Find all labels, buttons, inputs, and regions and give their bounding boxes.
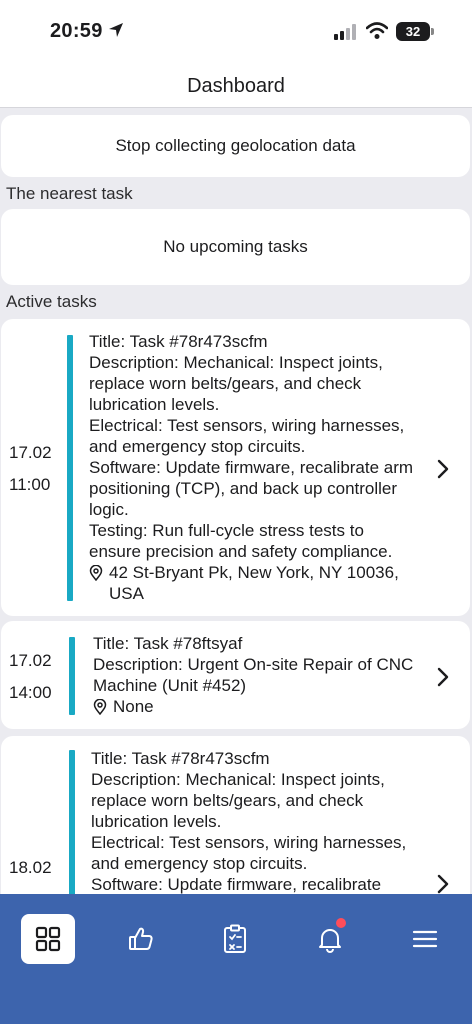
tab-menu[interactable] — [398, 914, 452, 964]
battery-icon: 32 — [396, 22, 434, 41]
task-accent-bar — [69, 637, 75, 715]
wifi-icon — [365, 22, 389, 45]
location-arrow-icon — [108, 22, 124, 43]
location-pin-icon — [89, 562, 109, 604]
task-details: Title: Task #78ftsyaf Description: Urgen… — [93, 633, 423, 720]
no-upcoming-tasks-text: No upcoming tasks — [163, 237, 308, 256]
tab-notifications[interactable] — [303, 914, 357, 964]
task-location: None — [93, 696, 423, 720]
task-accent-bar — [69, 750, 75, 894]
task-date: 17.02 — [9, 443, 52, 462]
chevron-right-icon[interactable] — [437, 874, 449, 894]
page-title: Dashboard — [187, 75, 285, 97]
chevron-right-icon[interactable] — [437, 667, 449, 692]
task-location: 42 St-Bryant Pk, New York, NY 10036, USA — [89, 562, 419, 604]
task-testing: Testing: Run full-cycle stress tests to … — [89, 521, 393, 561]
task-accent-bar — [67, 335, 73, 601]
tab-bar — [0, 894, 472, 1024]
task-title: Title: Task #78r473scfm — [91, 749, 270, 768]
bell-icon — [319, 929, 341, 953]
notification-badge — [336, 918, 346, 928]
task-card[interactable]: 17.02 11:00 Title: Task #78r473scfm Desc… — [1, 319, 470, 616]
task-details: Title: Task #78r473scfm Description: Mec… — [89, 331, 419, 604]
task-electrical: Electrical: Test sensors, wiring harness… — [89, 416, 405, 456]
stop-geolocation-label: Stop collecting geolocation data — [115, 136, 356, 155]
task-card[interactable]: 18.02 Title: Task #78r473scfm Descriptio… — [1, 736, 470, 894]
task-card[interactable]: 17.02 14:00 Title: Task #78ftsyaf Descri… — [1, 621, 470, 729]
nearest-task-heading: The nearest task — [6, 184, 133, 203]
hamburger-menu-icon — [412, 930, 438, 948]
task-software: Software: Update firmware, recalibrate — [91, 875, 382, 894]
task-title: Title: Task #78r473scfm — [89, 332, 268, 351]
task-description: Description: Mechanical: Inspect joints,… — [91, 770, 385, 831]
task-location-text: None — [113, 697, 154, 716]
nearest-task-card: No upcoming tasks — [1, 209, 470, 285]
task-title: Title: Task #78ftsyaf — [93, 634, 243, 653]
tab-dashboard[interactable] — [21, 914, 75, 964]
status-time: 20:59 — [50, 20, 103, 42]
dashboard-grid-icon — [35, 926, 61, 952]
active-tasks-heading: Active tasks — [6, 292, 97, 311]
chevron-right-icon[interactable] — [437, 459, 449, 484]
tab-feedback[interactable] — [114, 914, 168, 964]
status-bar: 20:59 32 — [0, 0, 472, 64]
task-location-text: 42 St-Bryant Pk, New York, NY 10036, USA — [109, 563, 399, 603]
nav-bar: Dashboard — [0, 64, 472, 108]
task-date: 17.02 — [9, 651, 52, 670]
task-time: 11:00 — [9, 475, 51, 494]
dashboard-content[interactable]: Stop collecting geolocation data The nea… — [0, 108, 472, 894]
task-software: Software: Update firmware, recalibrate a… — [89, 458, 414, 519]
clipboard-checklist-icon — [224, 924, 246, 953]
task-electrical: Electrical: Test sensors, wiring harness… — [91, 833, 407, 873]
task-description: Description: Urgent On-site Repair of CN… — [93, 655, 414, 695]
task-description: Description: Mechanical: Inspect joints,… — [89, 353, 383, 414]
task-time: 14:00 — [9, 683, 52, 702]
cellular-signal-icon — [334, 24, 358, 45]
task-date: 18.02 — [9, 858, 52, 877]
task-details: Title: Task #78r473scfm Description: Mec… — [91, 748, 421, 894]
tab-tasks[interactable] — [208, 914, 262, 964]
thumbs-up-icon — [129, 927, 153, 950]
location-pin-icon — [93, 696, 113, 720]
stop-geolocation-button[interactable]: Stop collecting geolocation data — [1, 115, 470, 177]
